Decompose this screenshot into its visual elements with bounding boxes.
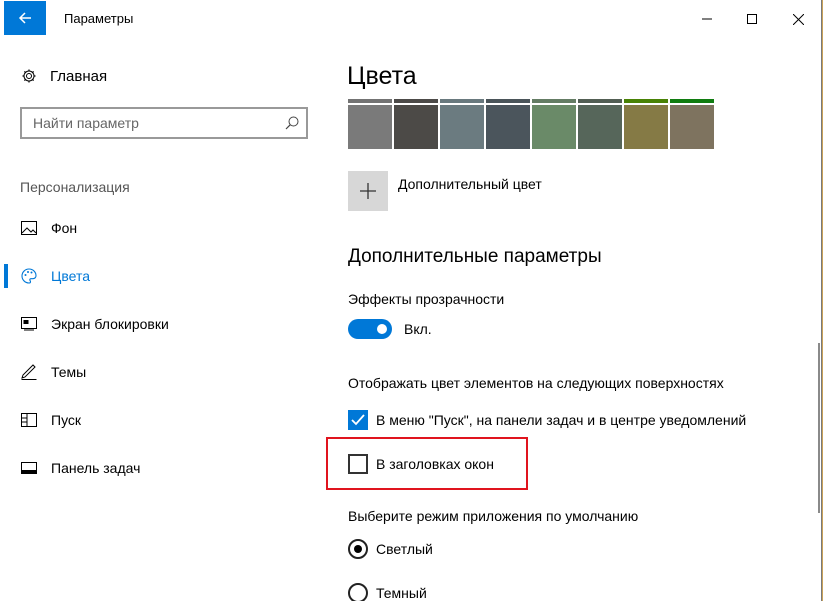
search-icon[interactable] <box>284 115 300 131</box>
sidebar-item-label: Цвета <box>51 268 90 284</box>
color-swatch[interactable] <box>670 99 714 149</box>
close-button[interactable] <box>775 0 821 38</box>
plus-icon <box>348 171 388 211</box>
color-swatch[interactable] <box>624 99 668 149</box>
light-mode-label: Светлый <box>376 541 433 557</box>
add-color-label: Дополнительный цвет <box>398 176 542 192</box>
color-swatches <box>348 99 716 149</box>
advanced-settings-heading: Дополнительные параметры <box>348 246 602 267</box>
surfaces-label: Отображать цвет элементов на следующих п… <box>348 375 724 391</box>
transparency-toggle[interactable] <box>348 319 392 339</box>
color-swatch[interactable] <box>578 99 622 149</box>
home-label: Главная <box>50 67 108 85</box>
sidebar-item-label: Пуск <box>51 412 82 428</box>
sidebar-item-start[interactable]: Пуск <box>0 400 330 440</box>
start-taskbar-checkbox[interactable] <box>348 410 368 430</box>
start-taskbar-option[interactable]: В меню "Пуск", на панели задач и в центр… <box>348 410 746 430</box>
sidebar: Главная Найти параметр Персонализация Фо… <box>0 38 330 601</box>
back-button[interactable] <box>4 1 46 35</box>
app-mode-label: Выберите режим приложения по умолчанию <box>348 508 639 524</box>
maximize-icon <box>747 14 757 24</box>
home-link[interactable]: Главная <box>20 67 107 85</box>
dark-mode-radio[interactable] <box>348 583 368 601</box>
start-icon <box>20 411 38 429</box>
search-placeholder: Найти параметр <box>33 115 139 131</box>
taskbar-icon <box>20 459 38 477</box>
add-custom-color-button[interactable]: Дополнительный цвет <box>348 171 542 211</box>
sidebar-item-label: Экран блокировки <box>51 316 169 332</box>
minimize-button[interactable] <box>684 0 730 38</box>
minimize-icon <box>702 18 712 20</box>
transparency-state: Вкл. <box>404 321 432 337</box>
sidebar-item-lock-screen[interactable]: Экран блокировки <box>0 304 330 344</box>
picture-icon <box>20 219 38 237</box>
search-input[interactable]: Найти параметр <box>20 107 308 139</box>
sidebar-item-themes[interactable]: Темы <box>0 352 330 392</box>
close-icon <box>792 13 804 25</box>
color-swatch[interactable] <box>394 99 438 149</box>
main-content: Цвета Дополнительный цвет Дополнительные… <box>330 38 821 601</box>
dark-mode-option[interactable]: Темный <box>348 583 427 601</box>
brush-icon <box>20 363 38 381</box>
dark-mode-label: Темный <box>376 585 427 601</box>
maximize-button[interactable] <box>729 0 775 38</box>
highlight-annotation <box>326 437 528 490</box>
sidebar-item-label: Темы <box>51 364 87 380</box>
color-swatch[interactable] <box>348 99 392 149</box>
sidebar-item-colors[interactable]: Цвета <box>0 256 330 296</box>
light-mode-option[interactable]: Светлый <box>348 539 433 559</box>
sidebar-item-label: Панель задач <box>51 460 141 476</box>
page-title: Цвета <box>347 62 417 90</box>
palette-icon <box>20 267 38 285</box>
scrollbar[interactable] <box>818 343 820 513</box>
checkmark-icon <box>351 414 365 426</box>
start-taskbar-label: В меню "Пуск", на панели задач и в центр… <box>376 412 747 428</box>
title-bar: Параметры <box>0 0 821 38</box>
section-label: Персонализация <box>20 179 130 195</box>
color-swatch[interactable] <box>532 99 576 149</box>
sidebar-item-background[interactable]: Фон <box>0 208 330 248</box>
color-swatch[interactable] <box>486 99 530 149</box>
sidebar-item-label: Фон <box>51 220 78 236</box>
gear-icon <box>20 67 38 85</box>
arrow-left-icon <box>18 12 31 24</box>
lock-screen-icon <box>20 315 38 333</box>
sidebar-item-taskbar[interactable]: Панель задач <box>0 448 330 488</box>
color-swatch[interactable] <box>440 99 484 149</box>
transparency-label: Эффекты прозрачности <box>348 291 505 307</box>
window-title: Параметры <box>64 11 134 26</box>
toggle-knob <box>377 324 387 334</box>
light-mode-radio[interactable] <box>348 539 368 559</box>
settings-window: Параметры Главная Найти параметр Персона… <box>0 0 822 601</box>
